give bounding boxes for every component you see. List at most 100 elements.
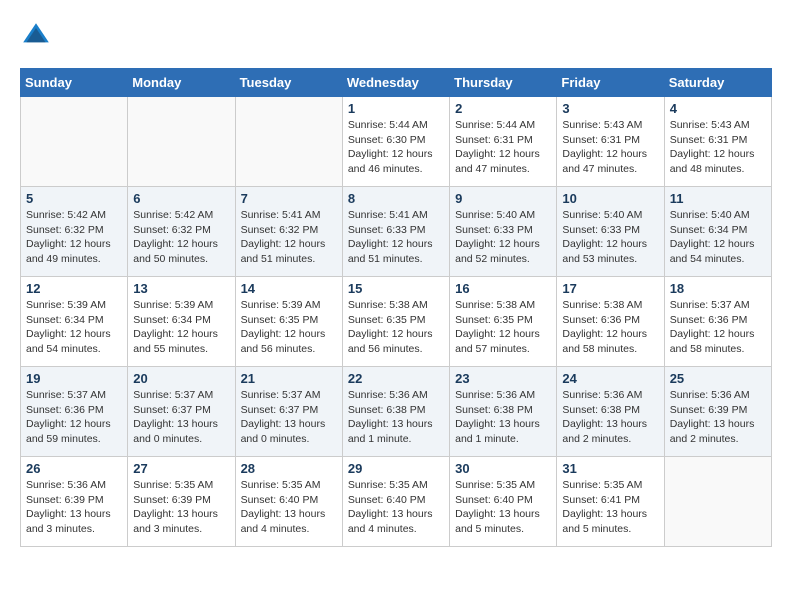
cell-info: Sunrise: 5:37 AM Sunset: 6:37 PM Dayligh… [133,388,229,447]
cell-info: Sunrise: 5:44 AM Sunset: 6:30 PM Dayligh… [348,118,444,177]
cell-info: Sunrise: 5:36 AM Sunset: 6:38 PM Dayligh… [562,388,658,447]
day-number: 16 [455,281,551,296]
cell-info: Sunrise: 5:42 AM Sunset: 6:32 PM Dayligh… [26,208,122,267]
cell-info: Sunrise: 5:36 AM Sunset: 6:39 PM Dayligh… [670,388,766,447]
day-number: 23 [455,371,551,386]
cell-info: Sunrise: 5:40 AM Sunset: 6:33 PM Dayligh… [562,208,658,267]
calendar-cell: 11 Sunrise: 5:40 AM Sunset: 6:34 PM Dayli… [664,187,771,277]
calendar-cell [664,457,771,547]
weekday-header-sunday: Sunday [21,69,128,97]
calendar-week-row: 12 Sunrise: 5:39 AM Sunset: 6:34 PM Dayli… [21,277,772,367]
day-number: 19 [26,371,122,386]
calendar-cell: 26Sunrise: 5:36 AM Sunset: 6:39 PM Dayli… [21,457,128,547]
day-number: 1 [348,101,444,116]
day-number: 18 [670,281,766,296]
calendar-cell: 30 Sunrise: 5:35 AM Sunset: 6:40 PM Dayli… [450,457,557,547]
calendar-week-row: 5 Sunrise: 5:42 AM Sunset: 6:32 PM Daylig… [21,187,772,277]
cell-info: Sunrise: 5:39 AM Sunset: 6:35 PM Dayligh… [241,298,337,357]
calendar-cell: 27Sunrise: 5:35 AM Sunset: 6:39 PM Dayli… [128,457,235,547]
cell-info: Sunrise: 5:35 AM Sunset: 6:40 PM Dayligh… [348,478,444,537]
calendar-cell: 1 Sunrise: 5:44 AM Sunset: 6:30 PM Daylig… [342,97,449,187]
cell-info: Sunrise: 5:43 AM Sunset: 6:31 PM Dayligh… [562,118,658,177]
calendar-cell: 6 Sunrise: 5:42 AM Sunset: 6:32 PM Daylig… [128,187,235,277]
calendar-cell: 20 Sunrise: 5:37 AM Sunset: 6:37 PM Dayli… [128,367,235,457]
calendar-cell: 15 Sunrise: 5:38 AM Sunset: 6:35 PM Dayli… [342,277,449,367]
calendar-cell: 19 Sunrise: 5:37 AM Sunset: 6:36 PM Dayli… [21,367,128,457]
day-number: 25 [670,371,766,386]
calendar-cell: 31Sunrise: 5:35 AM Sunset: 6:41 PM Dayli… [557,457,664,547]
cell-info: Sunrise: 5:41 AM Sunset: 6:33 PM Dayligh… [348,208,444,267]
day-number: 30 [455,461,551,476]
calendar-cell: 7 Sunrise: 5:41 AM Sunset: 6:32 PM Daylig… [235,187,342,277]
day-number: 20 [133,371,229,386]
calendar-week-row: 19 Sunrise: 5:37 AM Sunset: 6:36 PM Dayli… [21,367,772,457]
weekday-header-saturday: Saturday [664,69,771,97]
calendar-cell: 4 Sunrise: 5:43 AM Sunset: 6:31 PM Daylig… [664,97,771,187]
day-number: 22 [348,371,444,386]
calendar-cell: 12 Sunrise: 5:39 AM Sunset: 6:34 PM Dayli… [21,277,128,367]
calendar-cell: 5 Sunrise: 5:42 AM Sunset: 6:32 PM Daylig… [21,187,128,277]
day-number: 14 [241,281,337,296]
calendar-cell: 21 Sunrise: 5:37 AM Sunset: 6:37 PM Dayli… [235,367,342,457]
calendar-cell: 29 Sunrise: 5:35 AM Sunset: 6:40 PM Dayli… [342,457,449,547]
day-number: 2 [455,101,551,116]
cell-info: Sunrise: 5:42 AM Sunset: 6:32 PM Dayligh… [133,208,229,267]
calendar-cell: 10 Sunrise: 5:40 AM Sunset: 6:33 PM Dayli… [557,187,664,277]
weekday-header-thursday: Thursday [450,69,557,97]
day-number: 11 [670,191,766,206]
day-number: 7 [241,191,337,206]
day-number: 9 [455,191,551,206]
weekday-header-friday: Friday [557,69,664,97]
day-number: 24 [562,371,658,386]
cell-info: Sunrise: 5:39 AM Sunset: 6:34 PM Dayligh… [133,298,229,357]
calendar-week-row: 1 Sunrise: 5:44 AM Sunset: 6:30 PM Daylig… [21,97,772,187]
day-number: 6 [133,191,229,206]
cell-info: Sunrise: 5:37 AM Sunset: 6:37 PM Dayligh… [241,388,337,447]
logo [20,20,58,52]
cell-info: Sunrise: 5:36 AM Sunset: 6:38 PM Dayligh… [348,388,444,447]
calendar-cell: 13 Sunrise: 5:39 AM Sunset: 6:34 PM Dayli… [128,277,235,367]
day-number: 10 [562,191,658,206]
day-number: 4 [670,101,766,116]
cell-info: Sunrise: 5:36 AM Sunset: 6:38 PM Dayligh… [455,388,551,447]
day-number: 5 [26,191,122,206]
cell-info: Sunrise: 5:39 AM Sunset: 6:34 PM Dayligh… [26,298,122,357]
cell-info: Sunrise: 5:35 AM Sunset: 6:40 PM Dayligh… [455,478,551,537]
calendar-cell: 24 Sunrise: 5:36 AM Sunset: 6:38 PM Dayli… [557,367,664,457]
calendar-cell: 17 Sunrise: 5:38 AM Sunset: 6:36 PM Dayli… [557,277,664,367]
day-number: 26 [26,461,122,476]
calendar-cell [21,97,128,187]
cell-info: Sunrise: 5:35 AM Sunset: 6:39 PM Dayligh… [133,478,229,537]
day-number: 15 [348,281,444,296]
day-number: 3 [562,101,658,116]
cell-info: Sunrise: 5:40 AM Sunset: 6:33 PM Dayligh… [455,208,551,267]
day-number: 17 [562,281,658,296]
day-number: 28 [241,461,337,476]
weekday-header-tuesday: Tuesday [235,69,342,97]
day-number: 12 [26,281,122,296]
calendar-cell: 16 Sunrise: 5:38 AM Sunset: 6:35 PM Dayli… [450,277,557,367]
cell-info: Sunrise: 5:44 AM Sunset: 6:31 PM Dayligh… [455,118,551,177]
cell-info: Sunrise: 5:38 AM Sunset: 6:35 PM Dayligh… [455,298,551,357]
cell-info: Sunrise: 5:40 AM Sunset: 6:34 PM Dayligh… [670,208,766,267]
cell-info: Sunrise: 5:37 AM Sunset: 6:36 PM Dayligh… [26,388,122,447]
day-number: 8 [348,191,444,206]
calendar-cell: 8 Sunrise: 5:41 AM Sunset: 6:33 PM Daylig… [342,187,449,277]
cell-info: Sunrise: 5:38 AM Sunset: 6:35 PM Dayligh… [348,298,444,357]
cell-info: Sunrise: 5:35 AM Sunset: 6:41 PM Dayligh… [562,478,658,537]
cell-info: Sunrise: 5:35 AM Sunset: 6:40 PM Dayligh… [241,478,337,537]
cell-info: Sunrise: 5:37 AM Sunset: 6:36 PM Dayligh… [670,298,766,357]
day-number: 29 [348,461,444,476]
calendar-cell [128,97,235,187]
calendar-cell: 18 Sunrise: 5:37 AM Sunset: 6:36 PM Dayli… [664,277,771,367]
cell-info: Sunrise: 5:43 AM Sunset: 6:31 PM Dayligh… [670,118,766,177]
day-number: 13 [133,281,229,296]
calendar-cell: 23 Sunrise: 5:36 AM Sunset: 6:38 PM Dayli… [450,367,557,457]
calendar-table: SundayMondayTuesdayWednesdayThursdayFrid… [20,68,772,547]
calendar-week-row: 26Sunrise: 5:36 AM Sunset: 6:39 PM Dayli… [21,457,772,547]
cell-info: Sunrise: 5:41 AM Sunset: 6:32 PM Dayligh… [241,208,337,267]
calendar-cell: 2 Sunrise: 5:44 AM Sunset: 6:31 PM Daylig… [450,97,557,187]
cell-info: Sunrise: 5:38 AM Sunset: 6:36 PM Dayligh… [562,298,658,357]
day-number: 21 [241,371,337,386]
weekday-header-row: SundayMondayTuesdayWednesdayThursdayFrid… [21,69,772,97]
